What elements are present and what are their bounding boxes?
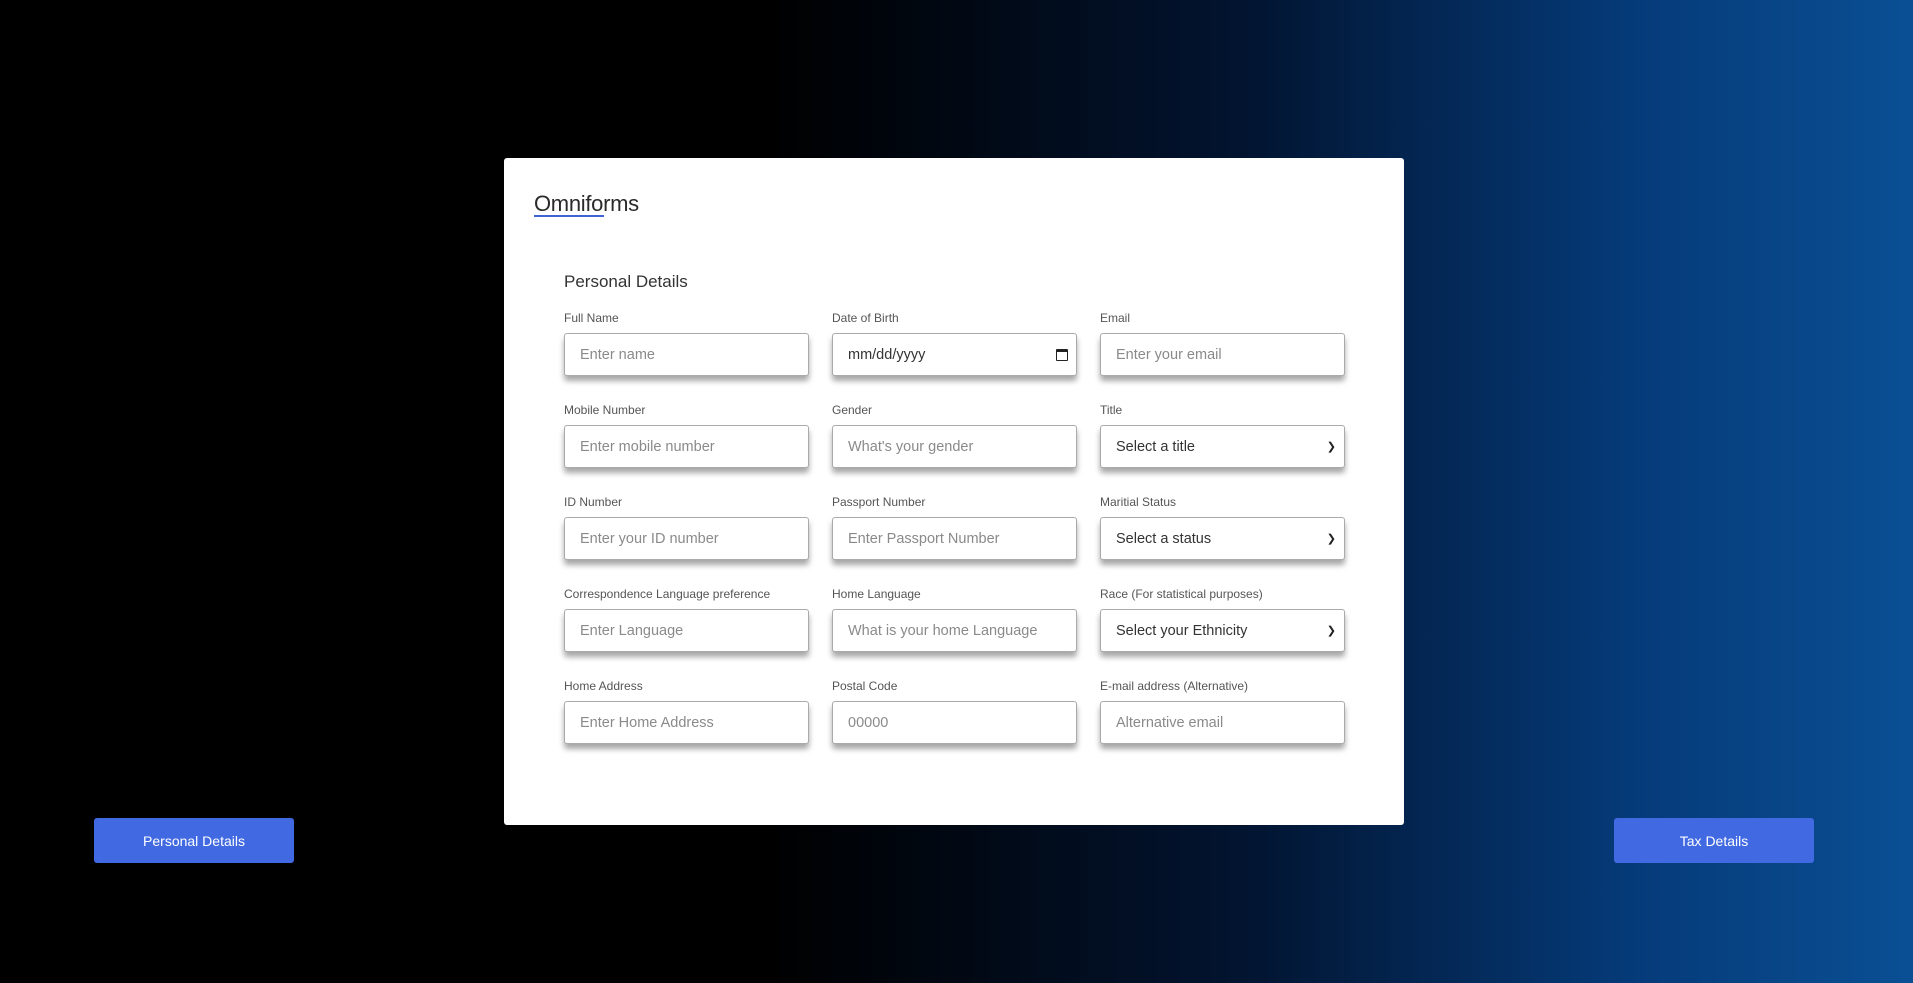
email-box bbox=[1100, 333, 1345, 376]
correspondence-language-label: Correspondence Language preference bbox=[564, 587, 771, 601]
mobile-number-input[interactable] bbox=[580, 438, 793, 455]
date-of-birth-input[interactable]: mm/dd/yyyy bbox=[832, 333, 1077, 376]
form-grid: Full Name Date of Birth mm/dd/yyyy Email… bbox=[564, 311, 1345, 771]
section-title: Personal Details bbox=[564, 272, 688, 291]
brand-underline bbox=[534, 215, 604, 217]
chevron-down-icon: ❯ bbox=[1326, 533, 1336, 545]
home-address-input[interactable] bbox=[580, 714, 793, 731]
full-name-label: Full Name bbox=[564, 311, 619, 325]
alternative-email-field: E-mail address (Alternative) bbox=[1100, 679, 1345, 771]
brand-logo: Omniforms bbox=[534, 191, 639, 216]
gender-input[interactable] bbox=[848, 438, 1061, 455]
passport-number-input[interactable] bbox=[848, 530, 1061, 547]
id-number-label: ID Number bbox=[564, 495, 623, 509]
gender-label: Gender bbox=[832, 403, 873, 417]
alternative-email-label: E-mail address (Alternative) bbox=[1100, 679, 1249, 693]
mobile-number-label: Mobile Number bbox=[564, 403, 646, 417]
title-select-value: Select a title bbox=[1116, 438, 1195, 455]
full-name-box bbox=[564, 333, 809, 376]
email-input[interactable] bbox=[1116, 346, 1329, 363]
marital-status-label: Maritial Status bbox=[1100, 495, 1177, 509]
home-address-label: Home Address bbox=[564, 679, 643, 693]
passport-number-field: Passport Number bbox=[832, 495, 1077, 587]
gender-field: Gender bbox=[832, 403, 1077, 495]
marital-status-select[interactable]: Select a status ❯ bbox=[1100, 517, 1345, 560]
id-number-box bbox=[564, 517, 809, 560]
home-address-field: Home Address bbox=[564, 679, 809, 771]
postal-code-box bbox=[832, 701, 1077, 744]
home-language-label: Home Language bbox=[832, 587, 921, 601]
email-field: Email bbox=[1100, 311, 1345, 403]
home-language-field: Home Language bbox=[832, 587, 1077, 679]
gender-box bbox=[832, 425, 1077, 468]
date-of-birth-value: mm/dd/yyyy bbox=[848, 346, 926, 363]
calendar-icon[interactable] bbox=[1056, 348, 1068, 361]
home-language-input[interactable] bbox=[848, 622, 1061, 639]
race-select-value: Select your Ethnicity bbox=[1116, 622, 1248, 639]
marital-status-select-value: Select a status bbox=[1116, 530, 1212, 547]
race-label: Race (For statistical purposes) bbox=[1100, 587, 1263, 601]
mobile-number-box bbox=[564, 425, 809, 468]
postal-code-input[interactable] bbox=[848, 714, 1061, 731]
alternative-email-input[interactable] bbox=[1116, 714, 1329, 731]
full-name-input[interactable] bbox=[580, 346, 793, 363]
race-field: Race (For statistical purposes) Select y… bbox=[1100, 587, 1345, 679]
title-field: Title Select a title ❯ bbox=[1100, 403, 1345, 495]
postal-code-label: Postal Code bbox=[832, 679, 898, 693]
correspondence-language-box bbox=[564, 609, 809, 652]
postal-code-field: Postal Code bbox=[832, 679, 1077, 771]
marital-status-field: Maritial Status Select a status ❯ bbox=[1100, 495, 1345, 587]
passport-number-box bbox=[832, 517, 1077, 560]
alternative-email-box bbox=[1100, 701, 1345, 744]
passport-number-label: Passport Number bbox=[832, 495, 926, 509]
title-label: Title bbox=[1100, 403, 1123, 417]
form-card: Omniforms Personal Details Full Name Dat… bbox=[504, 158, 1404, 825]
personal-details-button[interactable]: Personal Details bbox=[94, 818, 294, 863]
chevron-down-icon: ❯ bbox=[1326, 441, 1336, 453]
home-language-box bbox=[832, 609, 1077, 652]
correspondence-language-input[interactable] bbox=[580, 622, 793, 639]
id-number-input[interactable] bbox=[580, 530, 793, 547]
tax-details-button[interactable]: Tax Details bbox=[1614, 818, 1814, 863]
mobile-number-field: Mobile Number bbox=[564, 403, 809, 495]
correspondence-language-field: Correspondence Language preference bbox=[564, 587, 809, 679]
chevron-down-icon: ❯ bbox=[1326, 625, 1336, 637]
race-select[interactable]: Select your Ethnicity ❯ bbox=[1100, 609, 1345, 652]
full-name-field: Full Name bbox=[564, 311, 809, 403]
home-address-box bbox=[564, 701, 809, 744]
email-label: Email bbox=[1100, 311, 1131, 325]
title-select[interactable]: Select a title ❯ bbox=[1100, 425, 1345, 468]
date-of-birth-field: Date of Birth mm/dd/yyyy bbox=[832, 311, 1077, 403]
date-of-birth-label: Date of Birth bbox=[832, 311, 899, 325]
id-number-field: ID Number bbox=[564, 495, 809, 587]
